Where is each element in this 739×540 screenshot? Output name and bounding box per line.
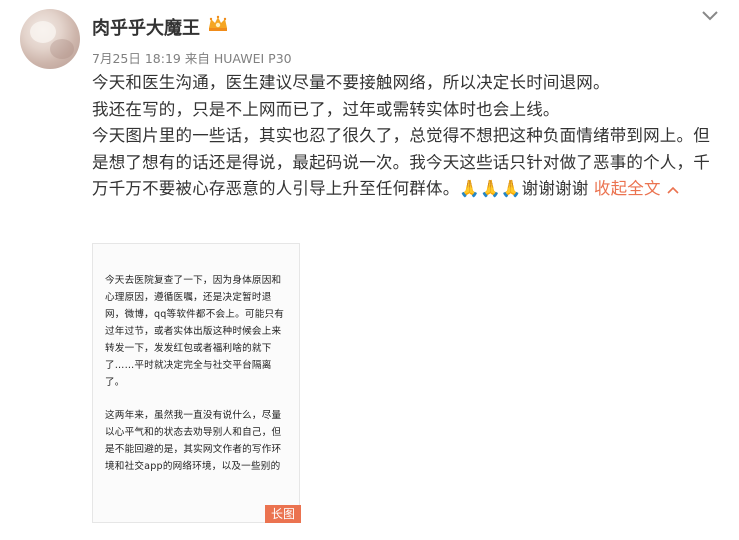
chevron-up-icon — [667, 186, 679, 194]
collapse-label: 收起全文 — [593, 179, 661, 198]
avatar[interactable] — [20, 9, 80, 69]
source-device: HUAWEI P30 — [213, 51, 292, 66]
post-content: 今天和医生沟通，医生建议尽量不要接触网络，所以决定长时间退网。 我还在写的，只是… — [92, 70, 717, 203]
author-name[interactable]: 肉乎乎大魔王 — [92, 14, 200, 40]
collapse-full-text-link[interactable]: 收起全文 — [594, 179, 679, 198]
chevron-down-icon[interactable] — [699, 8, 721, 24]
image-paragraph: 这两年来，虽然我一直没有说什么，尽量以心平气和的状态去劝导别人和自己，但是不能回… — [105, 410, 282, 472]
post-paragraph: 我还在写的，只是不上网而已了，过年或需转实体时也会上线。 — [92, 99, 560, 119]
avatar-highlight — [30, 21, 56, 43]
avatar-shadow — [50, 39, 74, 59]
post-meta: 7月25日 18:19 来自 HUAWEI P30 — [92, 48, 292, 67]
image-text: 今天去医院复查了一下，因为身体原因和心理原因，遵循医嘱，还是决定暂时退网，微博，… — [105, 272, 289, 491]
vip-crown-icon[interactable] — [207, 14, 229, 34]
image-paragraph: 今天去医院复查了一下，因为身体原因和心理原因，遵循医嘱，还是决定暂时退网，微博，… — [105, 275, 285, 388]
post-paragraph: 今天和医生沟通，医生建议尽量不要接触网络，所以决定长时间退网。 — [92, 73, 610, 92]
source-prefix: 来自 — [184, 51, 210, 66]
post-paragraph: 今天图片里的一些话，其实也忍了很久了，总觉得不想把这种负面情绪带到网上。但是想了… — [92, 123, 717, 203]
post-timestamp[interactable]: 7月25日 18:19 — [92, 51, 181, 66]
long-image-thumbnail[interactable]: 今天去医院复查了一下，因为身体原因和心理原因，遵循医嘱，还是决定暂时退网，微博，… — [92, 243, 300, 523]
long-image-badge: 长图 — [265, 505, 301, 523]
